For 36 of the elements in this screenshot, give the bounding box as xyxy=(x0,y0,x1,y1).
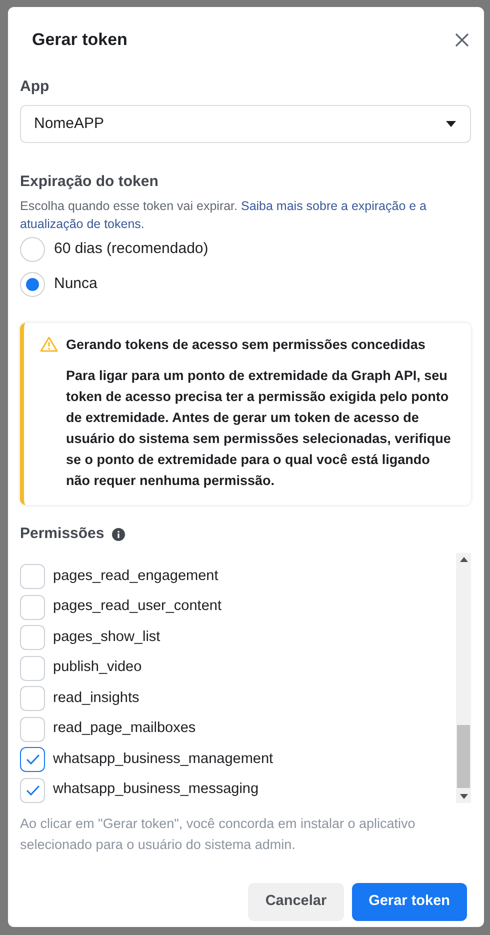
generate-token-button[interactable]: Gerar token xyxy=(352,883,467,922)
permission-label: read_page_mailboxes xyxy=(53,719,196,738)
check-icon xyxy=(26,784,40,796)
cancel-button[interactable]: Cancelar xyxy=(248,883,344,922)
scrollbar-track[interactable] xyxy=(456,553,471,804)
checkbox[interactable] xyxy=(20,747,45,772)
permission-label: pages_show_list xyxy=(53,628,160,647)
permission-label: read_insights xyxy=(53,688,140,708)
section-heading: Permissões xyxy=(20,524,104,544)
permission-label: publish_video xyxy=(53,658,142,678)
scroll-up-icon[interactable] xyxy=(460,557,468,562)
permission-label: whatsapp_business_management xyxy=(53,750,274,769)
field-label: App xyxy=(20,76,50,96)
radio-label: 60 dias (recomendado) xyxy=(54,238,208,259)
permission-label: pages_read_user_content xyxy=(53,597,222,616)
permission-label: pages_read_engagement xyxy=(53,566,218,586)
learn-more-link[interactable]: atualização de tokens. xyxy=(20,216,144,230)
learn-more-link[interactable]: Saiba mais sobre a expiração e a xyxy=(240,198,427,212)
warning-title: Gerando tokens de acesso sem permissões concedidas xyxy=(66,336,426,354)
app-select[interactable]: NomeAPP xyxy=(20,105,471,143)
consent-text: Ao clicar em "Gerar token", você concorda em instalar o aplicativo selecionado para o usuário do sistema admin. xyxy=(20,815,416,854)
section-heading: Expiração do token xyxy=(20,172,160,192)
radio-button[interactable] xyxy=(20,272,45,296)
check-icon xyxy=(26,754,40,765)
description: Escolha quando esse token vai expirar. Saiba mais sobre a expiração e a atualização de tokens. xyxy=(20,198,428,232)
caret-icon xyxy=(445,120,457,128)
dialog-title: Gerar token xyxy=(32,29,128,51)
info-icon[interactable] xyxy=(112,528,126,540)
scroll-down-icon[interactable] xyxy=(460,794,468,800)
warning-icon xyxy=(40,336,58,352)
close-icon[interactable] xyxy=(454,32,470,48)
warning-text: Para ligar para um ponto de extremidade da Graph API, seu token de acesso precisa ter a permissão exigida pelo ponto de extremidade. Antes de gerar um token de acesso de usuário do sistema sem permissões selecionadas, verifique se o ponto de extremidade para o qual você está ligando não requer nenhuma permissão. xyxy=(66,366,452,490)
permission-label: whatsapp_business_messaging xyxy=(53,780,259,800)
radio-label: Nunca xyxy=(54,274,98,294)
radio-button[interactable] xyxy=(20,236,45,262)
scrollbar-thumb[interactable] xyxy=(457,725,470,788)
